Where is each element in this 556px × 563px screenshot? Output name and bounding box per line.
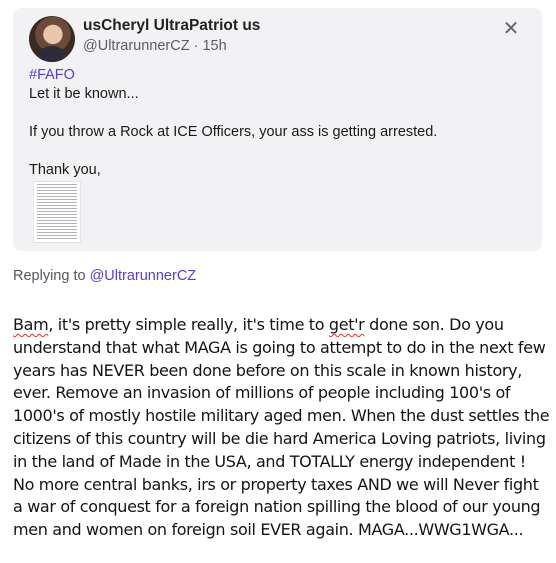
replying-mention-link[interactable]: @UltrarunnerCZ <box>90 268 197 284</box>
reply-text-segment: done son. Do you <box>364 315 504 334</box>
quoted-post-body: #FAFO Let it be known... If you throw a … <box>29 66 529 180</box>
replying-to-line: Replying to @UltrarunnerCZ <box>13 268 196 284</box>
author-handle-line: @UltrarunnerCZ · 15h <box>83 38 227 54</box>
replying-prefix: Replying to <box>13 268 90 284</box>
hashtag-link[interactable]: #FAFO <box>29 66 529 85</box>
reply-text-editor[interactable]: Bam, it's pretty simple really, it's tim… <box>13 314 550 542</box>
quoted-post-card: usCheryl UltraPatriot us @UltrarunnerCZ … <box>13 8 542 251</box>
reply-text-line: 1000's of mostly hostile military aged m… <box>13 406 550 426</box>
reply-compose-view: usCheryl UltraPatriot us @UltrarunnerCZ … <box>0 0 556 563</box>
reply-text-line: years has NEVER been done before on this… <box>13 360 522 380</box>
quoted-text-line: If you throw a Rock at ICE Officers, you… <box>29 124 438 140</box>
attached-document-thumbnail[interactable] <box>33 181 81 243</box>
reply-text-line: understand that what MAGA is going to at… <box>13 337 546 357</box>
reply-text-line: a war of conquest for a foreign nation s… <box>13 497 541 517</box>
meta-separator: · <box>189 38 203 54</box>
quoted-text-line: Let it be known... <box>29 86 139 102</box>
reply-text-line: citizens of this country will be die har… <box>13 428 546 448</box>
avatar[interactable] <box>29 16 75 62</box>
reply-text-line: Bam, it's pretty simple really, it's tim… <box>13 314 548 337</box>
reply-text-line: in the land of Made in the USA, and TOTA… <box>13 451 526 471</box>
reply-text-line: No more central banks, irs or property t… <box>13 474 539 494</box>
post-time: 15h <box>202 38 227 54</box>
author-display-name[interactable]: usCheryl UltraPatriot us <box>83 17 260 35</box>
reply-text-line: men and women on foreign soil EVER again… <box>13 520 524 540</box>
spellcheck-flagged-word[interactable]: Bam <box>13 315 49 334</box>
quoted-text-line: Thank you, <box>29 162 101 178</box>
reply-text-line: ever. Remove an invasion of millions of … <box>13 383 511 403</box>
spellcheck-flagged-word[interactable]: get'r <box>329 315 365 334</box>
author-handle[interactable]: @UltrarunnerCZ <box>83 38 190 54</box>
close-icon[interactable]: ✕ <box>500 18 522 40</box>
reply-text-segment: , it's pretty simple really, it's time t… <box>48 315 329 334</box>
